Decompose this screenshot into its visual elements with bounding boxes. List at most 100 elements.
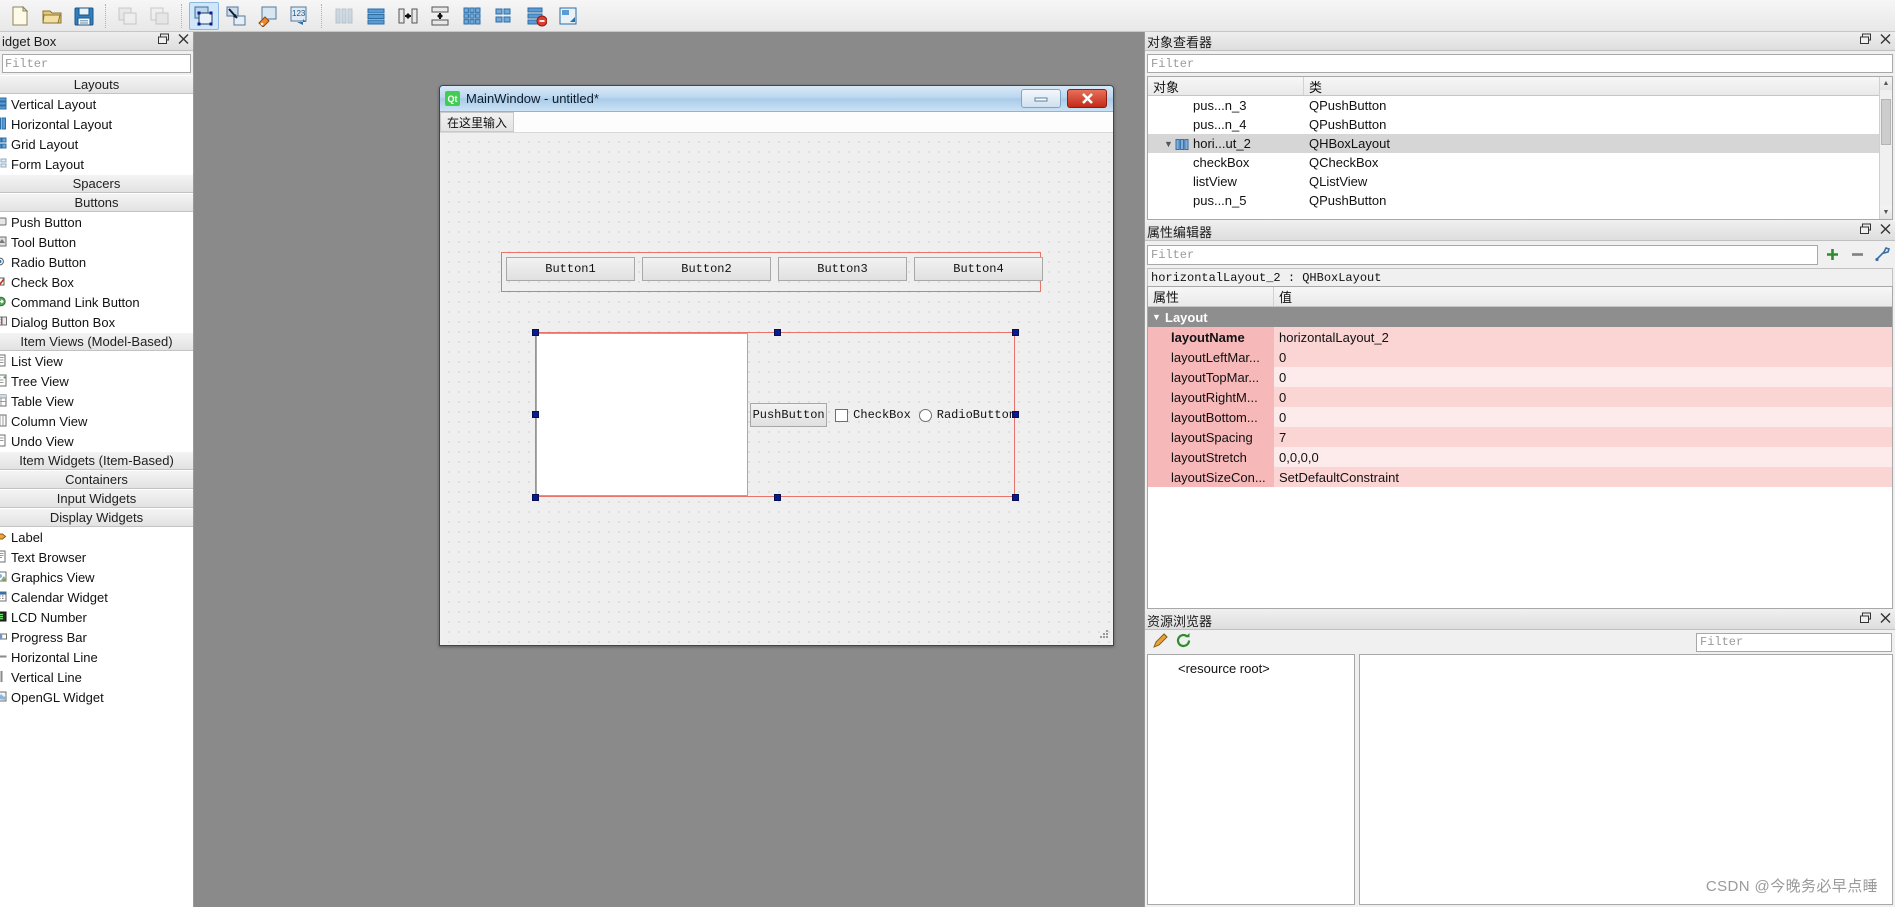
undo-icon[interactable] <box>113 2 143 30</box>
wrench-icon[interactable] <box>1871 245 1893 265</box>
plus-icon[interactable] <box>1821 245 1843 265</box>
scroll-up-icon[interactable]: ▲ <box>1880 77 1892 90</box>
widget-box-item[interactable]: Table View <box>0 391 193 411</box>
property-row[interactable]: layoutNamehorizontalLayout_2 <box>1148 327 1892 347</box>
close-icon[interactable] <box>1880 223 1891 235</box>
resize-handle-top-left[interactable] <box>532 329 539 336</box>
form-menu-bar[interactable]: 在这里输入 <box>440 112 1113 133</box>
check-box-indicator[interactable] <box>835 409 848 422</box>
design-canvas[interactable]: Qt MainWindow - untitled* 在这里输入 Button1B… <box>195 32 1144 907</box>
property-editor-filter-input[interactable]: Filter <box>1147 245 1818 265</box>
push-button-widget[interactable]: PushButton <box>750 403 827 427</box>
radio-button-indicator[interactable] <box>919 409 932 422</box>
close-icon[interactable] <box>1880 612 1891 624</box>
widget-box-group-header[interactable]: Spacers <box>0 174 193 193</box>
size-grip-icon[interactable] <box>1097 629 1109 641</box>
resource-root-item[interactable]: <resource root> <box>1148 659 1354 677</box>
object-inspector-tree[interactable]: 对象 类 pus...n_3QPushButtonpus...n_4QPushB… <box>1147 76 1893 220</box>
edit-buddies-icon[interactable] <box>253 2 283 30</box>
open-form-icon[interactable] <box>37 2 67 30</box>
restore-icon[interactable] <box>1860 223 1871 235</box>
widget-box-item[interactable]: Horizontal Layout <box>0 114 193 134</box>
resource-browser-filter-input[interactable]: Filter <box>1696 633 1892 652</box>
resize-handle-bottom-left[interactable] <box>532 494 539 501</box>
resize-handle-mid-left[interactable] <box>532 411 539 418</box>
widget-box-item[interactable]: Progress Bar <box>0 627 193 647</box>
widget-box-list[interactable]: LayoutsVertical LayoutHorizontal LayoutG… <box>0 75 193 907</box>
chevron-down-icon[interactable]: ▼ <box>1162 139 1175 149</box>
layout-horizontally-icon[interactable] <box>329 2 359 30</box>
property-value[interactable]: 0 <box>1274 347 1892 367</box>
widget-box-group-header[interactable]: Containers <box>0 470 193 489</box>
close-icon[interactable] <box>1067 89 1107 108</box>
resize-handle-bottom-right[interactable] <box>1012 494 1019 501</box>
widget-box-item[interactable]: LCD Number <box>0 607 193 627</box>
edit-tab-order-icon[interactable]: 123 <box>285 2 315 30</box>
list-view-widget[interactable] <box>536 333 748 496</box>
property-value[interactable]: 7 <box>1274 427 1892 447</box>
property-row[interactable]: layoutRightM...0 <box>1148 387 1892 407</box>
widget-box-filter-input[interactable]: Filter <box>2 54 191 73</box>
column-header-object[interactable]: 对象 <box>1148 77 1304 95</box>
property-value[interactable]: 0 <box>1274 407 1892 427</box>
column-header-class[interactable]: 类 <box>1304 77 1892 95</box>
close-icon[interactable] <box>1880 33 1891 45</box>
break-layout-icon[interactable] <box>521 2 551 30</box>
widget-box-group-header[interactable]: Buttons <box>0 193 193 212</box>
property-row[interactable]: layoutStretch0,0,0,0 <box>1148 447 1892 467</box>
resize-handle-mid-right[interactable] <box>1012 411 1019 418</box>
property-row[interactable]: layoutLeftMar...0 <box>1148 347 1892 367</box>
property-group-row[interactable]: ▼ Layout <box>1148 307 1892 327</box>
layout-vertically-splitter-icon[interactable] <box>425 2 455 30</box>
resize-handle-bottom-center[interactable] <box>774 494 781 501</box>
column-header-value[interactable]: 值 <box>1274 287 1892 306</box>
property-value[interactable]: 0 <box>1274 387 1892 407</box>
object-inspector-scrollbar[interactable]: ▲ ▼ <box>1879 77 1892 219</box>
widget-box-item[interactable]: Radio Button <box>0 252 193 272</box>
widget-box-item[interactable]: Check Box <box>0 272 193 292</box>
widget-box-item[interactable]: Text Browser <box>0 547 193 567</box>
selected-hbox-layout[interactable]: PushButton CheckBox RadioButton <box>535 332 1015 497</box>
chevron-down-icon[interactable]: ▼ <box>1148 312 1165 322</box>
restore-icon[interactable] <box>1860 33 1871 45</box>
resource-preview[interactable]: CSDN @今晚务必早点睡 <box>1359 654 1893 905</box>
widget-box-item[interactable]: OpenGL Widget <box>0 687 193 707</box>
save-form-icon[interactable] <box>69 2 99 30</box>
property-row[interactable]: layoutSizeCon...SetDefaultConstraint <box>1148 467 1892 487</box>
form-push-button[interactable]: Button4 <box>914 257 1043 281</box>
form-push-button[interactable]: Button3 <box>778 257 907 281</box>
redo-icon[interactable] <box>145 2 175 30</box>
widget-box-group-header[interactable]: Layouts <box>0 75 193 94</box>
layout-grid-icon[interactable] <box>457 2 487 30</box>
minus-icon[interactable] <box>1846 245 1868 265</box>
object-inspector-row[interactable]: listViewQListView <box>1148 172 1892 191</box>
widget-box-item[interactable]: Vertical Line <box>0 667 193 687</box>
layout-horizontally-splitter-icon[interactable] <box>393 2 423 30</box>
adjust-size-icon[interactable] <box>553 2 583 30</box>
widget-box-item[interactable]: List View <box>0 351 193 371</box>
reload-icon[interactable] <box>1175 632 1192 652</box>
widget-box-item[interactable]: Tree View <box>0 371 193 391</box>
form-body[interactable]: Button1Button2Button3Button4 PushButton … <box>441 134 1112 644</box>
widget-box-group-header[interactable]: Display Widgets <box>0 508 193 527</box>
widget-box-item[interactable]: Tool Button <box>0 232 193 252</box>
widget-box-item[interactable]: Push Button <box>0 212 193 232</box>
new-form-icon[interactable] <box>5 2 35 30</box>
edit-signals-slots-icon[interactable] <box>221 2 251 30</box>
form-push-button[interactable]: Button2 <box>642 257 771 281</box>
form-window[interactable]: Qt MainWindow - untitled* 在这里输入 Button1B… <box>439 85 1114 646</box>
widget-box-item[interactable]: Undo View <box>0 431 193 451</box>
layout-vertically-icon[interactable] <box>361 2 391 30</box>
widget-box-item[interactable]: Dialog Button Box <box>0 312 193 332</box>
widget-box-group-header[interactable]: Item Views (Model-Based) <box>0 332 193 351</box>
object-inspector-row[interactable]: checkBoxQCheckBox <box>1148 153 1892 172</box>
widget-box-item[interactable]: Calendar Widget <box>0 587 193 607</box>
pencil-icon[interactable] <box>1152 632 1169 652</box>
radio-button-widget[interactable]: RadioButton <box>919 408 1016 422</box>
property-value[interactable]: SetDefaultConstraint <box>1274 467 1892 487</box>
property-value[interactable]: 0 <box>1274 367 1892 387</box>
close-icon[interactable] <box>178 33 189 45</box>
widget-box-item[interactable]: Grid Layout <box>0 134 193 154</box>
property-row[interactable]: layoutTopMar...0 <box>1148 367 1892 387</box>
resize-handle-top-right[interactable] <box>1012 329 1019 336</box>
